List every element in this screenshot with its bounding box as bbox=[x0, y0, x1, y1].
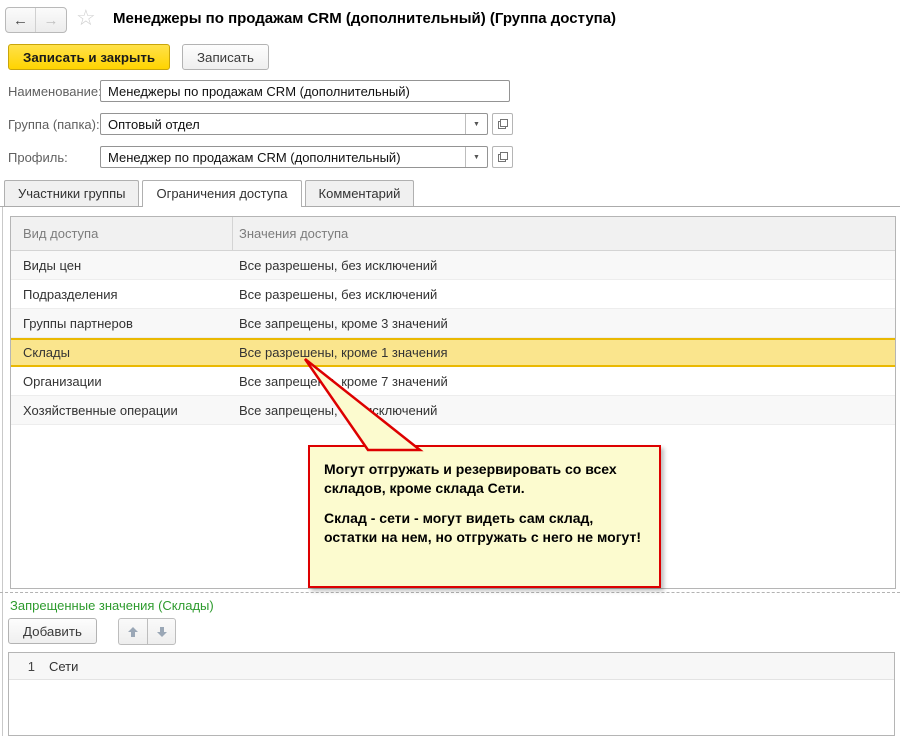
tab-comment[interactable]: Комментарий bbox=[305, 180, 415, 206]
table-row[interactable]: Хозяйственные операции Все запрещены, бе… bbox=[11, 396, 895, 425]
row-value: Сети bbox=[49, 659, 78, 674]
profile-field-value: Менеджер по продажам CRM (дополнительный… bbox=[101, 150, 465, 165]
history-nav-group: ← → bbox=[5, 7, 67, 33]
arrow-up-icon bbox=[127, 626, 139, 638]
table-row[interactable]: Подразделения Все разрешены, без исключе… bbox=[11, 280, 895, 309]
callout-paragraph-2: Склад - сети - могут видеть сам склад, о… bbox=[324, 509, 645, 547]
list-item[interactable]: 1 Сети bbox=[9, 653, 894, 680]
save-button[interactable]: Записать bbox=[182, 44, 269, 70]
page-title: Менеджеры по продажам CRM (дополнительны… bbox=[113, 10, 616, 27]
group-field-label: Группа (папка): bbox=[8, 117, 100, 132]
name-field[interactable]: Менеджеры по продажам CRM (дополнительны… bbox=[100, 80, 510, 102]
favorite-star-icon[interactable]: ☆ bbox=[76, 5, 96, 31]
column-header-access-values[interactable]: Значения доступа bbox=[233, 217, 895, 250]
table-row[interactable]: Группы партнеров Все запрещены, кроме 3 … bbox=[11, 309, 895, 338]
row-number: 1 bbox=[9, 659, 35, 674]
access-table-header: Вид доступа Значения доступа bbox=[11, 217, 895, 251]
column-header-access-kind[interactable]: Вид доступа bbox=[11, 217, 233, 250]
tab-access-restrictions[interactable]: Ограничения доступа bbox=[142, 180, 301, 207]
tab-group-members[interactable]: Участники группы bbox=[4, 180, 139, 206]
table-row-selected[interactable]: Склады Все разрешены, кроме 1 значения bbox=[11, 338, 895, 367]
access-value-cell: Все запрещены, кроме 3 значений bbox=[233, 316, 895, 331]
arrow-down-icon bbox=[156, 626, 168, 638]
move-up-button[interactable] bbox=[118, 618, 147, 645]
profile-open-button[interactable] bbox=[492, 146, 513, 168]
panel-left-border bbox=[2, 207, 3, 736]
add-button[interactable]: Добавить bbox=[8, 618, 97, 644]
access-kind-cell: Организации bbox=[11, 374, 233, 389]
back-arrow-icon[interactable]: ← bbox=[6, 8, 36, 32]
access-value-cell: Все запрещены, без исключений bbox=[233, 403, 895, 418]
open-window-icon bbox=[497, 118, 509, 130]
name-field-label: Наименование: bbox=[8, 84, 102, 99]
restricted-values-table: 1 Сети bbox=[8, 652, 895, 736]
access-kind-cell: Подразделения bbox=[11, 287, 233, 302]
move-down-button[interactable] bbox=[147, 618, 176, 645]
access-kind-cell: Виды цен bbox=[11, 258, 233, 273]
access-kind-cell: Хозяйственные операции bbox=[11, 403, 233, 418]
annotation-callout: Могут отгружать и резервировать со всех … bbox=[308, 445, 661, 588]
profile-dropdown-arrow-icon[interactable]: ▼ bbox=[465, 147, 487, 167]
table-row[interactable]: Организации Все запрещены, кроме 7 значе… bbox=[11, 367, 895, 396]
access-value-cell: Все разрешены, без исключений bbox=[233, 287, 895, 302]
group-field-value: Оптовый отдел bbox=[101, 117, 465, 132]
profile-field[interactable]: Менеджер по продажам CRM (дополнительный… bbox=[100, 146, 488, 168]
group-dropdown-arrow-icon[interactable]: ▼ bbox=[465, 114, 487, 134]
group-field[interactable]: Оптовый отдел ▼ bbox=[100, 113, 488, 135]
forward-arrow-icon[interactable]: → bbox=[36, 8, 66, 32]
access-value-cell: Все запрещены, кроме 7 значений bbox=[233, 374, 895, 389]
save-and-close-button[interactable]: Записать и закрыть bbox=[8, 44, 170, 70]
move-buttons-group bbox=[118, 618, 176, 645]
access-value-cell: Все разрешены, кроме 1 значения bbox=[233, 345, 895, 360]
restricted-values-title: Запрещенные значения (Склады) bbox=[10, 598, 214, 613]
callout-paragraph-1: Могут отгружать и резервировать со всех … bbox=[324, 460, 645, 498]
tabstrip: Участники группы Ограничения доступа Ком… bbox=[0, 180, 900, 207]
table-row[interactable]: Виды цен Все разрешены, без исключений bbox=[11, 251, 895, 280]
access-kind-cell: Склады bbox=[11, 345, 233, 360]
open-window-icon bbox=[497, 151, 509, 163]
name-field-value: Менеджеры по продажам CRM (дополнительны… bbox=[101, 84, 509, 99]
section-splitter[interactable] bbox=[0, 592, 900, 593]
access-kind-cell: Группы партнеров bbox=[11, 316, 233, 331]
group-open-button[interactable] bbox=[492, 113, 513, 135]
profile-field-label: Профиль: bbox=[8, 150, 68, 165]
access-value-cell: Все разрешены, без исключений bbox=[233, 258, 895, 273]
